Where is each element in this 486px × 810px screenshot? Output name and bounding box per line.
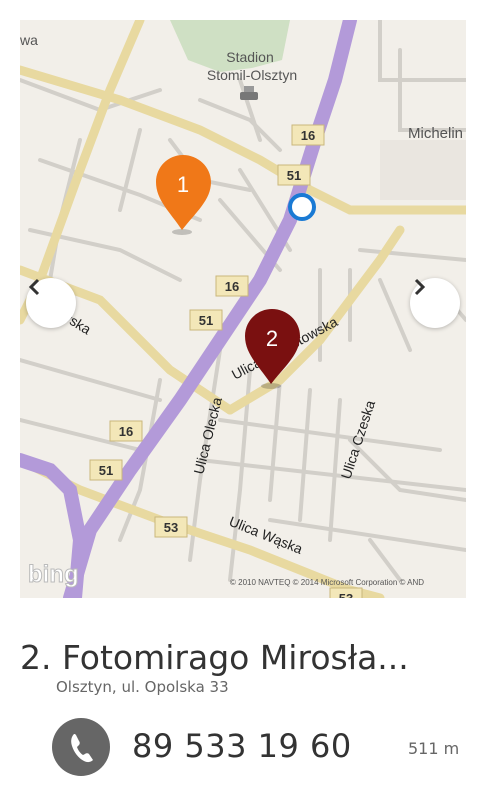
map-label-wa: wa xyxy=(20,32,38,48)
svg-text:51: 51 xyxy=(199,313,213,328)
svg-text:2: 2 xyxy=(266,326,278,351)
result-title: 2. Fotomirago Mirosła... xyxy=(20,638,409,677)
svg-text:51: 51 xyxy=(99,463,113,478)
map-pin-1: 1 xyxy=(156,155,211,235)
road-shield: 51 xyxy=(277,164,311,186)
svg-text:16: 16 xyxy=(225,279,239,294)
distance-label: 511 m xyxy=(408,739,460,758)
chevron-right-icon xyxy=(414,278,426,296)
map-label-stadium: Stomil-Olsztyn xyxy=(207,67,297,83)
phone-number[interactable]: 89 533 19 60 xyxy=(132,727,352,765)
road-shield: 51 xyxy=(89,459,123,481)
call-button[interactable] xyxy=(52,718,110,776)
svg-text:16: 16 xyxy=(119,424,133,439)
svg-text:1: 1 xyxy=(177,172,189,197)
result-address: Olsztyn, ul. Opolska 33 xyxy=(56,678,229,696)
road-shield: 53 xyxy=(154,516,188,538)
svg-text:16: 16 xyxy=(301,128,315,143)
svg-text:51: 51 xyxy=(287,168,301,183)
previous-result-button[interactable] xyxy=(26,278,76,328)
next-result-button[interactable] xyxy=(410,278,460,328)
map-copyright: © 2010 NAVTEQ © 2014 Microsoft Corporati… xyxy=(230,578,424,587)
current-location-icon xyxy=(288,193,316,221)
map-view[interactable]: 16 51 16 51 16 51 53 Stadion Stomil-Olsz… xyxy=(20,20,466,598)
industrial-area xyxy=(380,140,466,200)
svg-text:53: 53 xyxy=(339,591,353,598)
road-shield: 16 xyxy=(215,275,249,297)
road-shield: 51 xyxy=(189,309,223,331)
chevron-left-icon xyxy=(28,278,40,296)
map-label-michelin: Michelin xyxy=(408,125,463,142)
map-pin-2: 2 xyxy=(245,309,300,389)
road-shield: 16 xyxy=(109,420,143,442)
bing-logo: bing xyxy=(28,561,79,588)
road-shield: 53 xyxy=(329,587,363,598)
phone-icon xyxy=(71,734,93,763)
svg-text:53: 53 xyxy=(164,520,178,535)
road-shield: 16 xyxy=(291,124,325,146)
map-canvas: 16 51 16 51 16 51 53 Stadion Stomil-Olsz… xyxy=(20,20,466,598)
map-label-stadium: Stadion xyxy=(226,49,273,65)
